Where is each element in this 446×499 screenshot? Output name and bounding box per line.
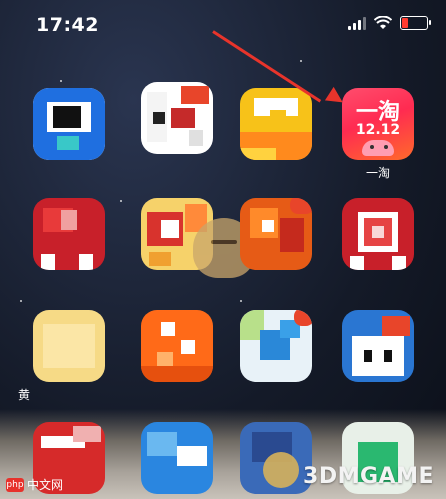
cellular-signal-icon xyxy=(348,16,366,30)
taobao-mascot-icon xyxy=(362,140,394,156)
mascot-eye xyxy=(370,145,374,149)
app-red-white[interactable] xyxy=(141,82,213,154)
star xyxy=(60,80,62,82)
app-red-white-2[interactable] xyxy=(342,198,414,270)
taobao-icon-date: 12.12 xyxy=(355,122,401,138)
app-green-blue[interactable] xyxy=(240,310,312,382)
app-yellow-cream[interactable] xyxy=(33,310,105,382)
star xyxy=(20,300,22,302)
app-red-1[interactable] xyxy=(33,198,105,270)
wifi-icon xyxy=(374,16,392,29)
app-red-orange[interactable] xyxy=(240,198,312,270)
app-label-taobao: 一淘 xyxy=(365,166,390,180)
status-time: 17:42 xyxy=(36,14,99,36)
status-icons xyxy=(348,16,431,30)
battery-icon xyxy=(400,16,431,30)
php-logo: php xyxy=(6,477,24,492)
star xyxy=(300,60,302,62)
status-bar: 17:42 xyxy=(0,0,446,50)
watermark-3dmgame: 3DMGAME xyxy=(303,464,434,489)
app-blue-white[interactable] xyxy=(342,310,414,382)
app-blue-square[interactable] xyxy=(33,88,105,160)
watermark-php-text: 中文网 xyxy=(27,478,64,492)
mascot-eye xyxy=(384,145,388,149)
watermark-php: php 中文网 xyxy=(6,476,63,493)
star xyxy=(240,300,242,302)
app-orange-2[interactable] xyxy=(141,310,213,382)
battery-level xyxy=(402,18,408,28)
app-label-yellow: 黄 xyxy=(18,388,31,402)
watermark-mascot-small xyxy=(263,452,299,488)
star xyxy=(120,200,122,202)
app-yellow-orange[interactable] xyxy=(240,88,312,160)
app-taobao[interactable]: 一淘 12.12 xyxy=(342,88,414,160)
app-blue-bottom[interactable] xyxy=(141,422,213,494)
